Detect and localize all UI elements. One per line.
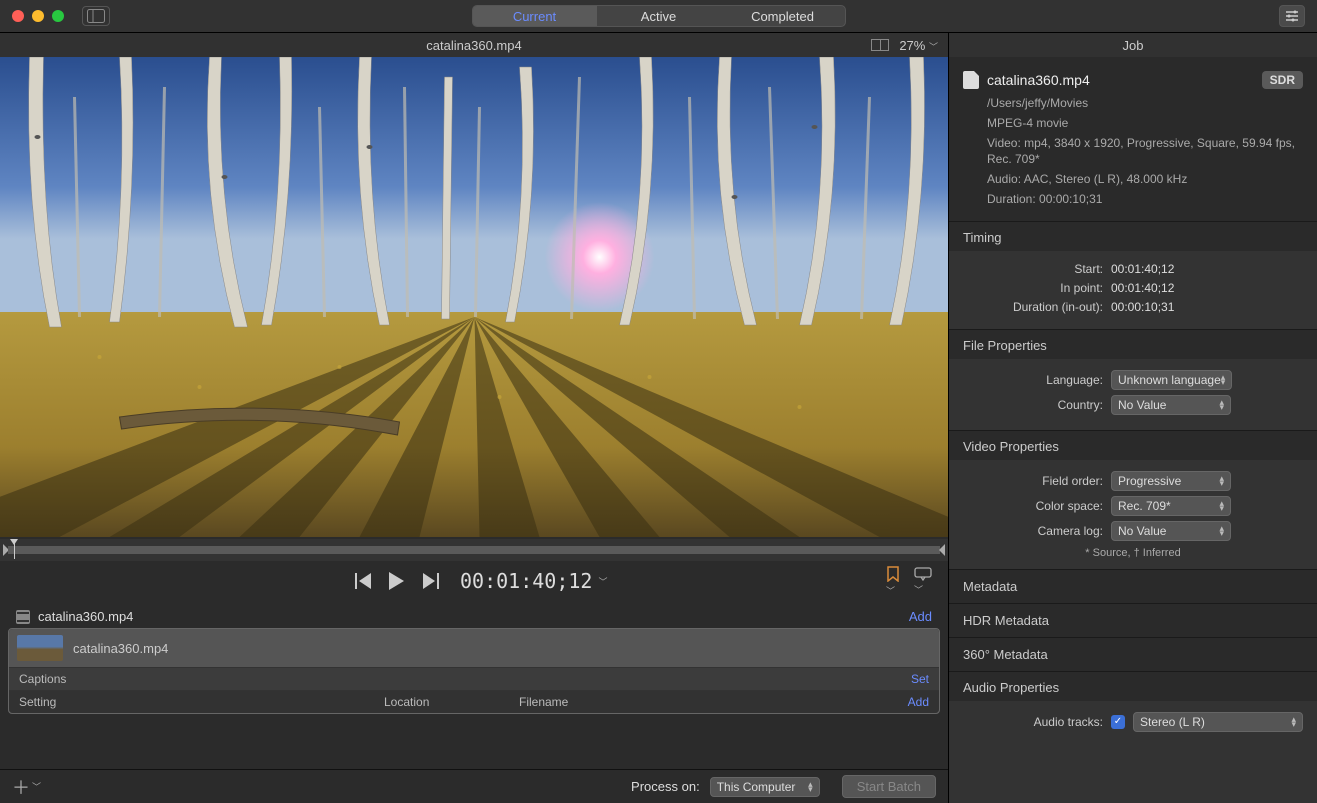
country-select[interactable]: No Value▴▾ bbox=[1111, 395, 1231, 415]
captions-label: Captions bbox=[19, 672, 66, 686]
close-window-button[interactable] bbox=[12, 10, 24, 22]
inspector-pane: Job catalina360.mp4 SDR /Users/jeffy/Mov… bbox=[949, 33, 1317, 803]
timeline[interactable] bbox=[0, 539, 948, 561]
job-row[interactable]: catalina360.mp4 bbox=[9, 629, 939, 667]
batch-job: catalina360.mp4 Captions Set Setting Loc… bbox=[8, 628, 940, 714]
col-filename: Filename bbox=[519, 695, 908, 709]
cameralog-label: Camera log: bbox=[963, 524, 1111, 538]
colorspace-select[interactable]: Rec. 709*▴▾ bbox=[1111, 496, 1231, 516]
maximize-window-button[interactable] bbox=[52, 10, 64, 22]
country-label: Country: bbox=[963, 398, 1111, 412]
file-video-info: Video: mp4, 3840 x 1920, Progressive, Sq… bbox=[987, 135, 1303, 169]
playback-controls: 00:01:40;12﹀ ﹀ ﹀ bbox=[0, 563, 948, 599]
fileprops-section: Language: Unknown language▴▾ Country: No… bbox=[949, 359, 1317, 430]
film-icon bbox=[16, 610, 30, 624]
durationio-value: 00:00:10;31 bbox=[1111, 300, 1174, 314]
inspector-body[interactable]: catalina360.mp4 SDR /Users/jeffy/Movies … bbox=[949, 57, 1317, 803]
colorspace-label: Color space: bbox=[963, 499, 1111, 513]
process-on-label: Process on: bbox=[631, 779, 700, 794]
preview-header: catalina360.mp4 27% ﹀ bbox=[0, 33, 948, 57]
inspector-toggle-button[interactable] bbox=[1279, 5, 1305, 27]
window-controls bbox=[12, 10, 64, 22]
audioprops-section-title: Audio Properties bbox=[949, 671, 1317, 701]
col-location: Location bbox=[384, 695, 519, 709]
zoom-level[interactable]: 27% ﹀ bbox=[899, 38, 938, 53]
fieldorder-label: Field order: bbox=[963, 474, 1111, 488]
job-name: catalina360.mp4 bbox=[73, 641, 168, 656]
job-thumbnail bbox=[17, 635, 63, 661]
add-job-button[interactable]: Add bbox=[909, 609, 932, 624]
compare-icon[interactable] bbox=[871, 39, 889, 51]
inspector-header: Job bbox=[949, 33, 1317, 57]
audiotracks-label: Audio tracks: bbox=[963, 715, 1111, 729]
audiotrack-select[interactable]: Stereo (L R)▴▾ bbox=[1133, 712, 1303, 732]
language-label: Language: bbox=[963, 373, 1111, 387]
file-path: /Users/jeffy/Movies bbox=[987, 95, 1303, 112]
col-setting: Setting bbox=[19, 695, 384, 709]
videoprops-section-title: Video Properties bbox=[949, 430, 1317, 460]
file-info-block: catalina360.mp4 SDR /Users/jeffy/Movies … bbox=[949, 57, 1317, 221]
timecode-display[interactable]: 00:01:40;12﹀ bbox=[460, 569, 607, 593]
cameralog-select[interactable]: No Value▴▾ bbox=[1111, 521, 1231, 541]
fileprops-section-title: File Properties bbox=[949, 329, 1317, 359]
fieldorder-select[interactable]: Progressive▴▾ bbox=[1111, 471, 1231, 491]
hdr-metadata-section-toggle[interactable]: HDR Metadata bbox=[949, 603, 1317, 637]
batch-area: catalina360.mp4 Add catalina360.mp4 Capt… bbox=[0, 599, 948, 769]
process-on-select[interactable]: This Computer▴▾ bbox=[710, 777, 820, 797]
inpoint-label: In point: bbox=[963, 281, 1111, 295]
prev-frame-button[interactable] bbox=[355, 573, 373, 589]
timing-section: Start:00:01:40;12 In point:00:01:40;12 D… bbox=[949, 251, 1317, 329]
set-captions-button[interactable]: Set bbox=[911, 672, 929, 686]
start-batch-button[interactable]: Start Batch bbox=[842, 775, 936, 798]
timeline-track[interactable] bbox=[8, 546, 940, 554]
sdr-badge: SDR bbox=[1262, 71, 1303, 89]
left-pane: catalina360.mp4 27% ﹀ bbox=[0, 33, 949, 803]
start-value: 00:01:40;12 bbox=[1111, 262, 1174, 276]
next-frame-button[interactable] bbox=[421, 573, 439, 589]
videoprops-note: * Source, † Inferred bbox=[963, 547, 1303, 559]
metadata-section-toggle[interactable]: Metadata bbox=[949, 569, 1317, 603]
minimize-window-button[interactable] bbox=[32, 10, 44, 22]
durationio-label: Duration (in-out): bbox=[963, 300, 1111, 314]
out-marker-icon[interactable] bbox=[939, 544, 945, 556]
timing-section-title: Timing bbox=[949, 221, 1317, 251]
audiotrack-checkbox[interactable]: ✓ bbox=[1111, 715, 1125, 729]
settings-header-row: Setting Location Filename Add bbox=[9, 690, 939, 713]
marker-button[interactable]: ﹀ bbox=[886, 566, 900, 597]
start-label: Start: bbox=[963, 262, 1111, 276]
add-menu-button[interactable]: ＋﹀ bbox=[12, 774, 41, 800]
360-metadata-section-toggle[interactable]: 360° Metadata bbox=[949, 637, 1317, 671]
add-setting-button[interactable]: Add bbox=[908, 695, 929, 709]
playhead[interactable] bbox=[14, 541, 15, 559]
audioprops-section: Audio tracks: ✓ Stereo (L R)▴▾ bbox=[949, 701, 1317, 803]
file-audio-info: Audio: AAC, Stereo (L R), 48.000 kHz bbox=[987, 171, 1303, 188]
language-select[interactable]: Unknown language▴▾ bbox=[1111, 370, 1232, 390]
tab-current[interactable]: Current bbox=[473, 6, 597, 26]
document-icon bbox=[963, 71, 979, 89]
captions-row: Captions Set bbox=[9, 667, 939, 690]
play-button[interactable] bbox=[389, 572, 405, 590]
inpoint-value: 00:01:40;12 bbox=[1111, 281, 1174, 295]
file-container: MPEG-4 movie bbox=[987, 115, 1303, 132]
view-segmented-control: Current Active Completed bbox=[472, 5, 846, 27]
comment-button[interactable]: ﹀ bbox=[914, 567, 932, 596]
footer: ＋﹀ Process on: This Computer▴▾ Start Bat… bbox=[0, 769, 948, 803]
tab-completed[interactable]: Completed bbox=[721, 6, 845, 26]
batch-header: catalina360.mp4 Add bbox=[8, 605, 940, 628]
batch-title: catalina360.mp4 bbox=[38, 609, 133, 624]
preview-viewport[interactable] bbox=[0, 57, 948, 537]
file-duration: Duration: 00:00:10;31 bbox=[987, 191, 1303, 208]
tab-active[interactable]: Active bbox=[597, 6, 721, 26]
sidebar-toggle-button[interactable] bbox=[82, 6, 110, 26]
videoprops-section: Field order: Progressive▴▾ Color space: … bbox=[949, 460, 1317, 569]
titlebar: Current Active Completed bbox=[0, 0, 1317, 33]
inspector-filename: catalina360.mp4 bbox=[987, 72, 1090, 88]
preview-filename: catalina360.mp4 bbox=[426, 38, 521, 53]
